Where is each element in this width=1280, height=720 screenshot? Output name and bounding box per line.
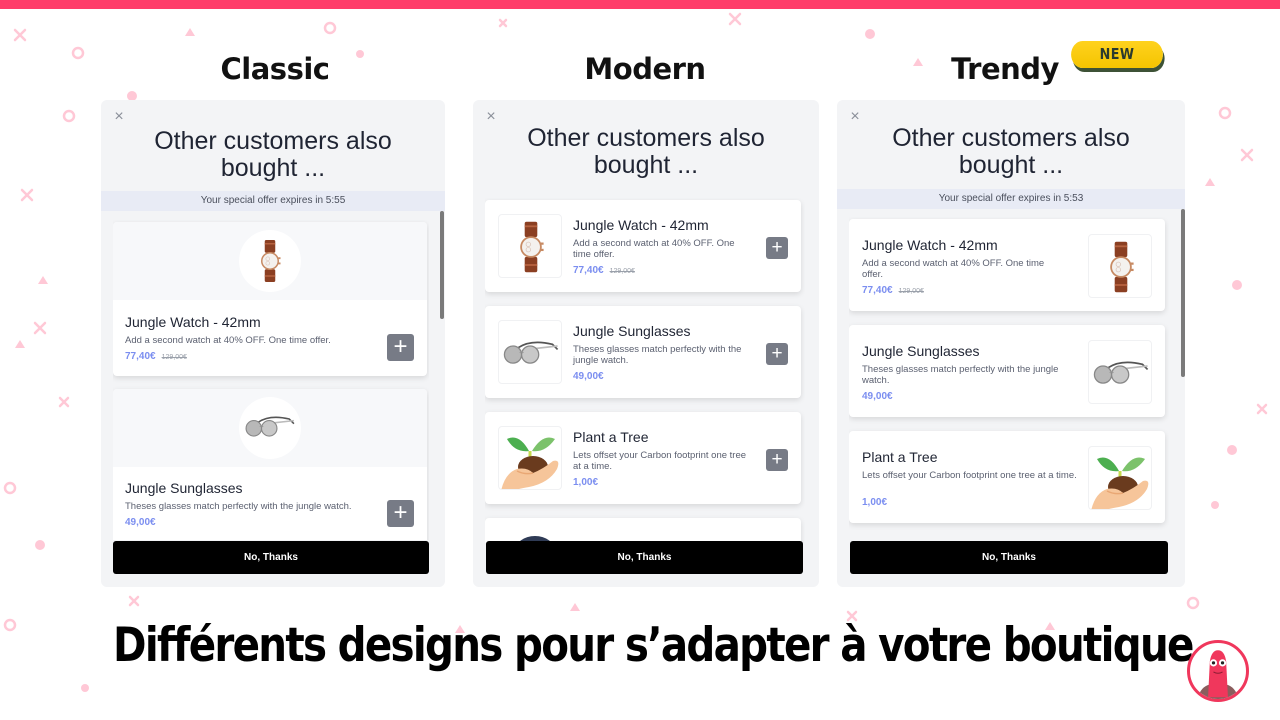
watch-image	[513, 218, 549, 276]
product-card: Plant a Tree Lets offset your Carbon foo…	[485, 412, 801, 504]
product-price: 49,00€	[125, 517, 156, 528]
mascot-icon	[1197, 650, 1239, 699]
product-thumbnail	[498, 320, 562, 384]
product-price: 77,40€ 129,00€	[125, 351, 187, 362]
product-name: Jungle Sunglasses	[125, 480, 243, 496]
no-thanks-button[interactable]: No, Thanks	[850, 541, 1168, 574]
offer-timer: Your special offer expires in 5:53	[837, 189, 1185, 209]
product-card: Jungle Watch - 42mm Add a second watch a…	[113, 222, 427, 376]
popup-heading: Other customers also bought ...	[154, 127, 392, 182]
product-list: Jungle Watch - 42mm Add a second watch a…	[113, 220, 429, 540]
product-list: Jungle Watch - 42mm Add a second watch a…	[849, 217, 1169, 537]
plant-image	[499, 427, 562, 490]
column-title-trendy: Trendy	[951, 52, 1059, 86]
product-thumbnail[interactable]	[1088, 234, 1152, 298]
product-price: 49,00€	[862, 391, 893, 402]
sunglasses-image	[243, 411, 297, 441]
offer-timer: Your special offer expires in 5:55	[101, 191, 445, 211]
plant-image	[1089, 447, 1152, 510]
price-current: 77,40€	[862, 285, 893, 296]
no-thanks-button[interactable]: No, Thanks	[486, 541, 803, 574]
product-card: Jungle Sunglasses Theses glasses match p…	[485, 306, 801, 398]
product-card: Jungle Sunglasses Theses glasses match p…	[849, 325, 1165, 417]
add-to-cart-button[interactable]: +	[387, 500, 414, 527]
product-card: Jungle Watch - 42mm Add a second watch a…	[849, 219, 1165, 311]
product-card: Jungle Sunglasses Theses glasses match p…	[113, 389, 427, 540]
product-card-partial	[485, 518, 801, 543]
popup-heading: Other customers also bought ...	[892, 124, 1130, 179]
product-description: Add a second watch at 40% OFF. One time …	[862, 258, 1045, 280]
product-thumbnail[interactable]	[1088, 446, 1152, 510]
product-name: Jungle Sunglasses	[573, 323, 691, 339]
scrollbar[interactable]	[1181, 209, 1185, 377]
popup-modern: × Other customers also bought ... Jungle…	[473, 100, 819, 587]
product-price: 1,00€	[573, 477, 599, 488]
product-name: Jungle Watch - 42mm	[862, 237, 998, 253]
price-original: 129,00€	[898, 288, 924, 295]
top-accent-bar	[0, 0, 1280, 9]
product-price: 77,40€ 129,00€	[573, 265, 635, 276]
product-description: Lets offset your Carbon footprint one tr…	[573, 450, 747, 472]
product-thumbnail[interactable]	[1088, 340, 1152, 404]
product-description: Theses glasses match perfectly with the …	[573, 344, 742, 366]
product-name: Plant a Tree	[573, 429, 649, 445]
product-price: 49,00€	[573, 371, 604, 382]
no-thanks-button[interactable]: No, Thanks	[113, 541, 429, 574]
watch-image	[1103, 238, 1139, 296]
product-price: 77,40€ 129,00€	[862, 285, 924, 296]
product-name: Jungle Sunglasses	[862, 343, 980, 359]
price-original: 129,00€	[161, 354, 187, 361]
product-image-area	[113, 389, 427, 467]
column-title-modern: Modern	[584, 52, 706, 86]
sunglasses-image	[1091, 357, 1151, 387]
add-to-cart-button[interactable]: +	[766, 343, 788, 365]
product-name: Jungle Watch - 42mm	[573, 217, 709, 233]
add-to-cart-button[interactable]: +	[766, 237, 788, 259]
product-image-area	[113, 222, 427, 300]
popup-classic: × Other customers also bought ... Your s…	[101, 100, 445, 587]
product-list: Jungle Watch - 42mm Add a second watch a…	[485, 198, 805, 543]
close-icon[interactable]: ×	[848, 109, 862, 125]
caption-headline: Différents designs pour s’adapter à votr…	[113, 618, 1194, 673]
popup-heading: Other customers also bought ...	[527, 124, 765, 179]
product-description: Lets offset your Carbon footprint one tr…	[862, 470, 1077, 481]
product-card: Jungle Watch - 42mm Add a second watch a…	[485, 200, 801, 292]
column-title-classic: Classic	[220, 52, 330, 86]
watch-image	[255, 233, 285, 289]
mascot-avatar	[1187, 640, 1249, 702]
close-icon[interactable]: ×	[112, 109, 126, 125]
scrollbar[interactable]	[440, 211, 444, 319]
price-original: 129,00€	[609, 268, 635, 275]
price-current: 77,40€	[573, 265, 604, 276]
product-description: Theses glasses match perfectly with the …	[125, 501, 352, 512]
add-to-cart-button[interactable]: +	[766, 449, 788, 471]
sunglasses-image	[501, 337, 561, 367]
product-name: Plant a Tree	[862, 449, 938, 465]
product-description: Theses glasses match perfectly with the …	[862, 364, 1059, 386]
product-description: Add a second watch at 40% OFF. One time …	[125, 335, 331, 346]
popup-trendy: × Other customers also bought ... Your s…	[837, 100, 1185, 587]
new-badge: NEW	[1071, 41, 1163, 68]
product-thumbnail	[498, 426, 562, 490]
price-current: 77,40€	[125, 351, 156, 362]
close-icon[interactable]: ×	[484, 109, 498, 125]
product-name: Jungle Watch - 42mm	[125, 314, 261, 330]
product-card: Plant a Tree Lets offset your Carbon foo…	[849, 431, 1165, 523]
product-thumbnail	[498, 214, 562, 278]
add-to-cart-button[interactable]: +	[387, 334, 414, 361]
product-description: Add a second watch at 40% OFF. One time …	[573, 238, 735, 260]
product-price: 1,00€	[862, 497, 888, 508]
